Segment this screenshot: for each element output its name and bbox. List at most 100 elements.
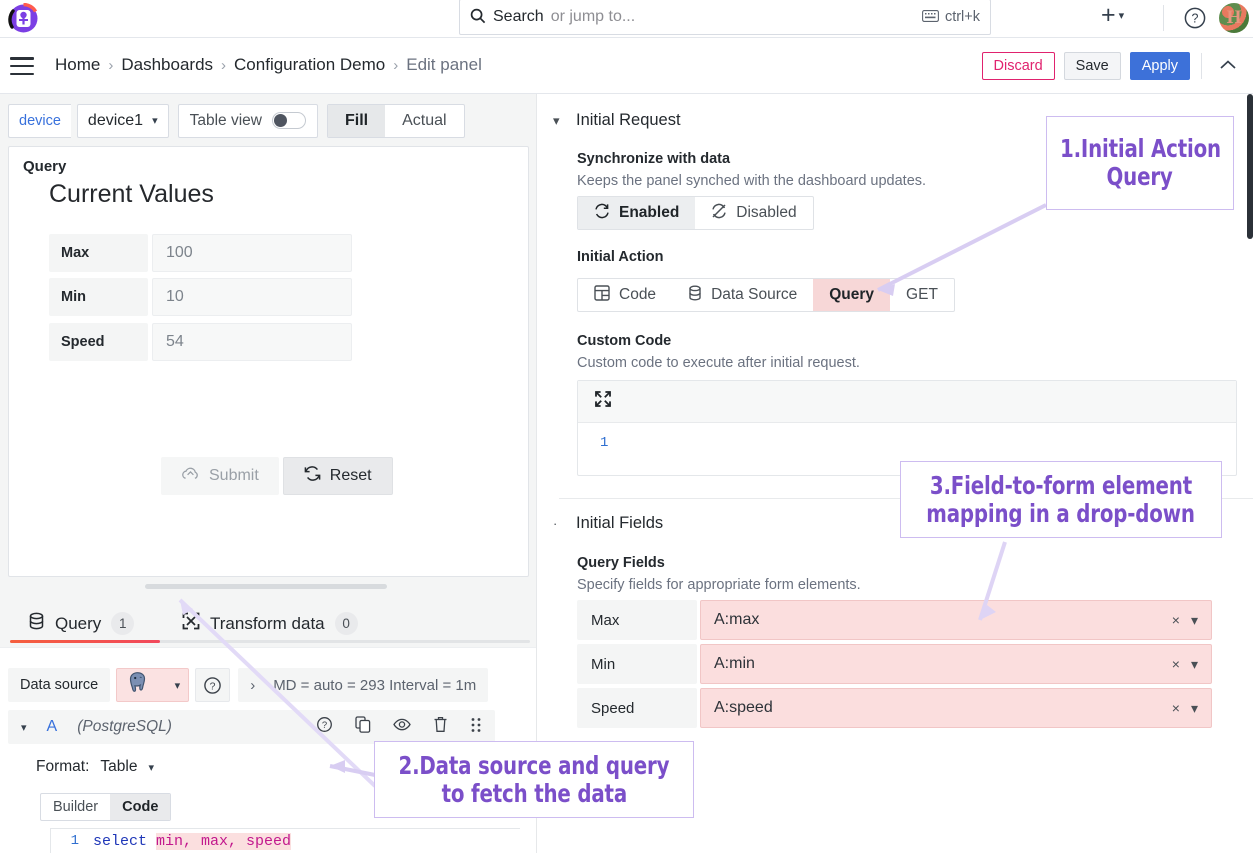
query-datasource-name: (PostgreSQL) <box>77 718 172 736</box>
grafana-logo-icon[interactable] <box>8 3 39 34</box>
annotation-2-line-1: 2.Data source and query <box>399 752 670 780</box>
tab-transform-data[interactable]: Transform data 0 <box>182 612 358 635</box>
format-selector[interactable]: Format: Table ▾ <box>36 758 154 776</box>
tab-query[interactable]: Query 1 <box>28 612 134 635</box>
panel-preview-card: Query Current Values Max 100 Min 10 Spee… <box>8 146 529 577</box>
data-source-label: Data source <box>8 668 110 702</box>
form-input-speed[interactable]: 54 <box>152 323 352 361</box>
right-pane-scrollbar[interactable] <box>1247 94 1253 239</box>
table-view-label: Table view <box>190 112 262 130</box>
editor-mode-builder[interactable]: Builder <box>41 794 110 820</box>
initial-action-code-option[interactable]: Code <box>578 279 672 311</box>
query-row-actions: ? <box>316 716 482 738</box>
query-field-select-min[interactable]: A:min × ▾ <box>700 644 1212 684</box>
panel-size-mode-group[interactable]: Fill Actual <box>327 104 465 138</box>
query-field-row-speed: Speed A:speed × ▾ <box>577 688 1212 728</box>
clear-icon[interactable]: × <box>1172 612 1180 628</box>
editor-mode-group[interactable]: Builder Code <box>40 793 171 821</box>
expand-icon[interactable] <box>594 390 612 413</box>
initial-action-get-option[interactable]: GET <box>890 279 954 311</box>
save-button[interactable]: Save <box>1064 52 1121 80</box>
help-button[interactable]: ? <box>1182 5 1208 31</box>
help-icon[interactable]: ? <box>316 716 333 738</box>
size-mode-fill[interactable]: Fill <box>328 105 385 137</box>
sync-disabled-icon <box>711 203 727 224</box>
apply-button[interactable]: Apply <box>1130 52 1190 80</box>
global-search-box[interactable]: Search or jump to... ctrl+k <box>459 0 991 35</box>
query-field-select-max[interactable]: A:max × ▾ <box>700 600 1212 640</box>
form-input-max[interactable]: 100 <box>152 234 352 272</box>
chevron-down-icon[interactable]: ▾ <box>1191 612 1198 629</box>
collapse-options-button[interactable] <box>1213 55 1243 77</box>
chevron-down-icon[interactable]: ▾ <box>1191 656 1198 673</box>
preview-toolbar: device device1 ▾ Table view Fill Actual <box>0 94 536 147</box>
query-field-select-speed[interactable]: A:speed × ▾ <box>700 688 1212 728</box>
user-avatar[interactable] <box>1219 3 1249 33</box>
table-view-toggle[interactable]: Table view <box>178 104 318 138</box>
query-field-label-speed: Speed <box>577 688 697 728</box>
tab-query-badge: 1 <box>111 612 134 635</box>
size-mode-actual[interactable]: Actual <box>385 105 463 137</box>
custom-code-toolbar <box>578 381 1236 423</box>
query-refid: A <box>47 718 58 736</box>
duplicate-icon[interactable] <box>355 716 371 738</box>
sync-enabled-label: Enabled <box>619 204 679 222</box>
chevron-down-icon[interactable]: ▾ <box>1191 700 1198 717</box>
drag-handle-icon[interactable] <box>470 717 482 738</box>
section-initial-fields[interactable]: · Initial Fields <box>553 514 663 533</box>
sync-with-data-group[interactable]: Enabled Disabled <box>577 196 814 230</box>
chevron-right-icon: › <box>250 677 255 694</box>
breadcrumb-separator: › <box>108 57 113 74</box>
tab-query-label: Query <box>55 614 101 634</box>
delete-trash-icon[interactable] <box>433 716 448 738</box>
menu-toggle-button[interactable] <box>10 57 34 75</box>
sql-code-editor[interactable]: 1select min, max, speed2from configurati… <box>50 828 520 853</box>
submit-button[interactable]: Submit <box>161 457 279 495</box>
variable-value-dropdown[interactable]: device1 ▾ <box>77 104 169 138</box>
data-source-help-button[interactable]: ? <box>195 668 230 702</box>
chevron-down-icon[interactable]: ▾ <box>21 721 27 734</box>
initial-action-group[interactable]: Code Data Source Query GET <box>577 278 955 312</box>
toolbar-divider <box>1163 5 1164 31</box>
reset-button[interactable]: Reset <box>283 457 393 495</box>
new-item-button[interactable]: + ▾ <box>1101 3 1124 28</box>
breadcrumb-separator: › <box>221 57 226 74</box>
code-line-number: 1 <box>51 833 93 849</box>
query-field-value-min: A:min <box>714 655 755 673</box>
query-fields-description: Specify fields for appropriate form elem… <box>577 577 861 593</box>
sync-enabled-option[interactable]: Enabled <box>578 197 695 229</box>
format-label: Format: <box>36 758 89 776</box>
select-controls: × ▾ <box>1172 700 1198 717</box>
breadcrumb: Home › Dashboards › Configuration Demo ›… <box>55 55 482 75</box>
annotation-callout-1: 1.Initial Action Query <box>1046 116 1234 210</box>
annotation-2-line-2: to fetch the data <box>441 780 626 808</box>
clear-icon[interactable]: × <box>1172 700 1180 716</box>
section-initial-request[interactable]: ▾ Initial Request <box>553 111 681 130</box>
query-options-text: MD = auto = 293 Interval = 1m <box>273 677 476 694</box>
select-controls: × ▾ <box>1172 612 1198 629</box>
editor-mode-code[interactable]: Code <box>110 794 170 820</box>
dashboard-variable-device[interactable]: device device1 ▾ <box>8 104 169 138</box>
initial-action-datasource-option[interactable]: Data Source <box>672 279 813 311</box>
table-view-switch[interactable] <box>272 112 306 129</box>
discard-button[interactable]: Discard <box>982 52 1055 80</box>
annotation-1-line-1: 1.Initial Action <box>1060 135 1221 163</box>
svg-text:?: ? <box>210 680 216 692</box>
form-input-min[interactable]: 10 <box>152 278 352 316</box>
clear-icon[interactable]: × <box>1172 656 1180 672</box>
initial-action-query-option[interactable]: Query <box>813 279 890 311</box>
pane-resize-handle[interactable] <box>145 584 387 589</box>
chevron-down-icon: ▾ <box>152 114 158 127</box>
breadcrumb-item-home[interactable]: Home <box>55 55 100 75</box>
query-row-a: ▾ A (PostgreSQL) ? <box>8 710 495 744</box>
hide-response-eye-icon[interactable] <box>393 718 411 736</box>
breadcrumb-separator: › <box>393 57 398 74</box>
data-source-picker[interactable]: ▾ <box>116 668 189 702</box>
query-options-summary[interactable]: › MD = auto = 293 Interval = 1m <box>238 668 488 702</box>
breadcrumb-item-configuration-demo[interactable]: Configuration Demo <box>234 55 385 75</box>
plus-icon: + <box>1101 3 1116 28</box>
breadcrumb-item-dashboards[interactable]: Dashboards <box>121 55 213 75</box>
query-field-value-speed: A:speed <box>714 699 773 717</box>
form-row-max: Max 100 <box>49 234 352 272</box>
sync-disabled-option[interactable]: Disabled <box>695 197 812 229</box>
